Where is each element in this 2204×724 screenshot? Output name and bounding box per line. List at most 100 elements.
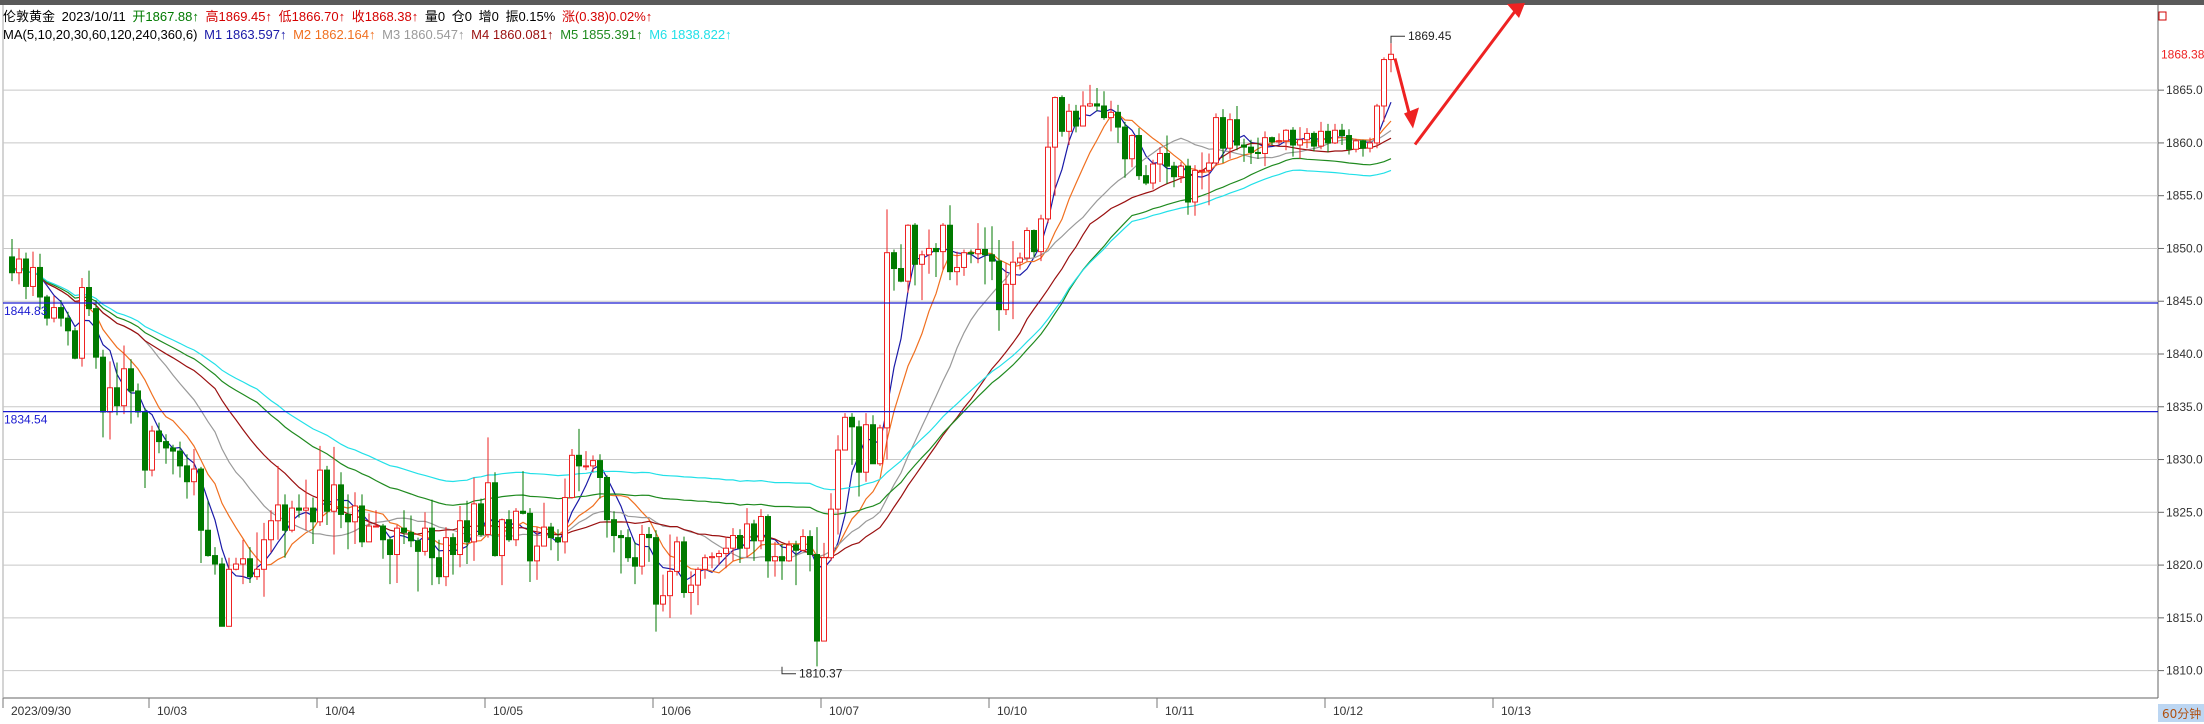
candle-body[interactable]	[681, 541, 687, 594]
candle-body[interactable]	[863, 424, 869, 473]
down-arrow-shaft[interactable]	[1393, 58, 1413, 121]
candle-body[interactable]	[114, 387, 120, 407]
candle-body[interactable]	[688, 584, 694, 594]
candle-body[interactable]	[1339, 129, 1345, 137]
candle-body[interactable]	[1143, 175, 1149, 184]
candle-body[interactable]	[282, 504, 288, 531]
candle-body[interactable]	[324, 469, 330, 512]
candle-body[interactable]	[30, 266, 36, 287]
candle-body[interactable]	[1248, 146, 1254, 153]
candle-body[interactable]	[296, 507, 302, 511]
candle-body[interactable]	[261, 539, 267, 570]
candle-body[interactable]	[191, 468, 197, 483]
candle-body[interactable]	[1185, 165, 1191, 203]
candle-body[interactable]	[394, 527, 400, 556]
candle-body[interactable]	[415, 540, 421, 552]
candle-body[interactable]	[1346, 135, 1352, 150]
candle-body[interactable]	[387, 539, 393, 556]
candle-body[interactable]	[289, 507, 295, 531]
candle-body[interactable]	[716, 552, 722, 558]
candle-body[interactable]	[1087, 103, 1093, 107]
candle-body[interactable]	[156, 430, 162, 443]
candle-body[interactable]	[793, 544, 799, 551]
candle-body[interactable]	[184, 465, 190, 483]
candle-body[interactable]	[618, 535, 624, 539]
candle-body[interactable]	[884, 252, 890, 429]
candle-body[interactable]	[317, 469, 323, 523]
candle-body[interactable]	[1080, 105, 1086, 127]
candle-body[interactable]	[506, 519, 512, 541]
candle-body[interactable]	[842, 416, 848, 451]
candle-body[interactable]	[590, 460, 596, 467]
candle-body[interactable]	[898, 268, 904, 282]
candle-body[interactable]	[170, 447, 176, 452]
candle-body[interactable]	[611, 519, 617, 537]
candle-body[interactable]	[457, 520, 463, 556]
candle-body[interactable]	[1150, 163, 1156, 184]
candle-body[interactable]	[926, 247, 932, 256]
candle-body[interactable]	[891, 252, 897, 270]
candle-body[interactable]	[1276, 140, 1282, 143]
candle-body[interactable]	[849, 416, 855, 428]
candle-body[interactable]	[429, 527, 435, 559]
candle-body[interactable]	[422, 527, 428, 552]
corner-marker-icon[interactable]	[2158, 11, 2167, 21]
candle-body[interactable]	[940, 224, 946, 253]
candle-body[interactable]	[247, 558, 253, 578]
candle-body[interactable]	[821, 557, 827, 642]
candle-body[interactable]	[702, 557, 708, 570]
up-arrow-shaft[interactable]	[1413, 5, 1521, 146]
candle-body[interactable]	[233, 563, 239, 570]
candle-body[interactable]	[1325, 130, 1331, 144]
candle-body[interactable]	[100, 356, 106, 413]
candle-body[interactable]	[975, 249, 981, 255]
candle-body[interactable]	[1003, 283, 1009, 311]
candle-body[interactable]	[1094, 103, 1100, 107]
candle-body[interactable]	[1353, 140, 1359, 150]
candle-body[interactable]	[632, 557, 638, 567]
candle-body[interactable]	[23, 258, 29, 287]
candle-body[interactable]	[86, 287, 92, 310]
candle-body[interactable]	[240, 558, 246, 565]
candle-body[interactable]	[800, 536, 806, 551]
candle-body[interactable]	[51, 307, 57, 319]
timeframe-label[interactable]: 60分钟	[2162, 706, 2201, 721]
candle-body[interactable]	[597, 460, 603, 478]
candle-body[interactable]	[499, 519, 505, 557]
candle-body[interactable]	[961, 252, 967, 268]
candle-body[interactable]	[9, 256, 15, 274]
candle-body[interactable]	[555, 537, 561, 543]
candle-body[interactable]	[604, 476, 610, 521]
candle-body[interactable]	[107, 387, 113, 413]
candle-body[interactable]	[541, 526, 547, 547]
candle-body[interactable]	[1136, 135, 1142, 177]
candle-body[interactable]	[646, 533, 652, 539]
candle-body[interactable]	[338, 484, 344, 515]
candle-body[interactable]	[450, 537, 456, 556]
candle-body[interactable]	[79, 287, 85, 359]
candle-body[interactable]	[814, 554, 820, 642]
candle-body[interactable]	[695, 568, 701, 586]
candle-body[interactable]	[464, 520, 470, 543]
candle-body[interactable]	[1045, 146, 1051, 220]
candle-body[interactable]	[1101, 105, 1107, 119]
candle-body[interactable]	[583, 465, 589, 468]
candle-body[interactable]	[856, 426, 862, 473]
candle-body[interactable]	[1304, 132, 1310, 141]
candle-body[interactable]	[1073, 110, 1079, 127]
candle-body[interactable]	[933, 247, 939, 253]
candle-body[interactable]	[142, 411, 148, 471]
candle-body[interactable]	[576, 454, 582, 467]
candle-body[interactable]	[1332, 129, 1338, 144]
candle-body[interactable]	[737, 535, 743, 549]
candle-body[interactable]	[1171, 165, 1177, 178]
candle-body[interactable]	[226, 568, 232, 627]
candlestick-chart[interactable]: 1844.83 1834.54 1869.45 1810.37 1810.0 1815…	[0, 0, 2204, 724]
candle-body[interactable]	[828, 508, 834, 559]
candle-body[interactable]	[254, 568, 260, 578]
candle-body[interactable]	[548, 526, 554, 539]
candle-body[interactable]	[709, 556, 715, 559]
candle-body[interactable]	[1262, 137, 1268, 154]
candle-body[interactable]	[128, 368, 134, 392]
candle-body[interactable]	[212, 555, 218, 565]
